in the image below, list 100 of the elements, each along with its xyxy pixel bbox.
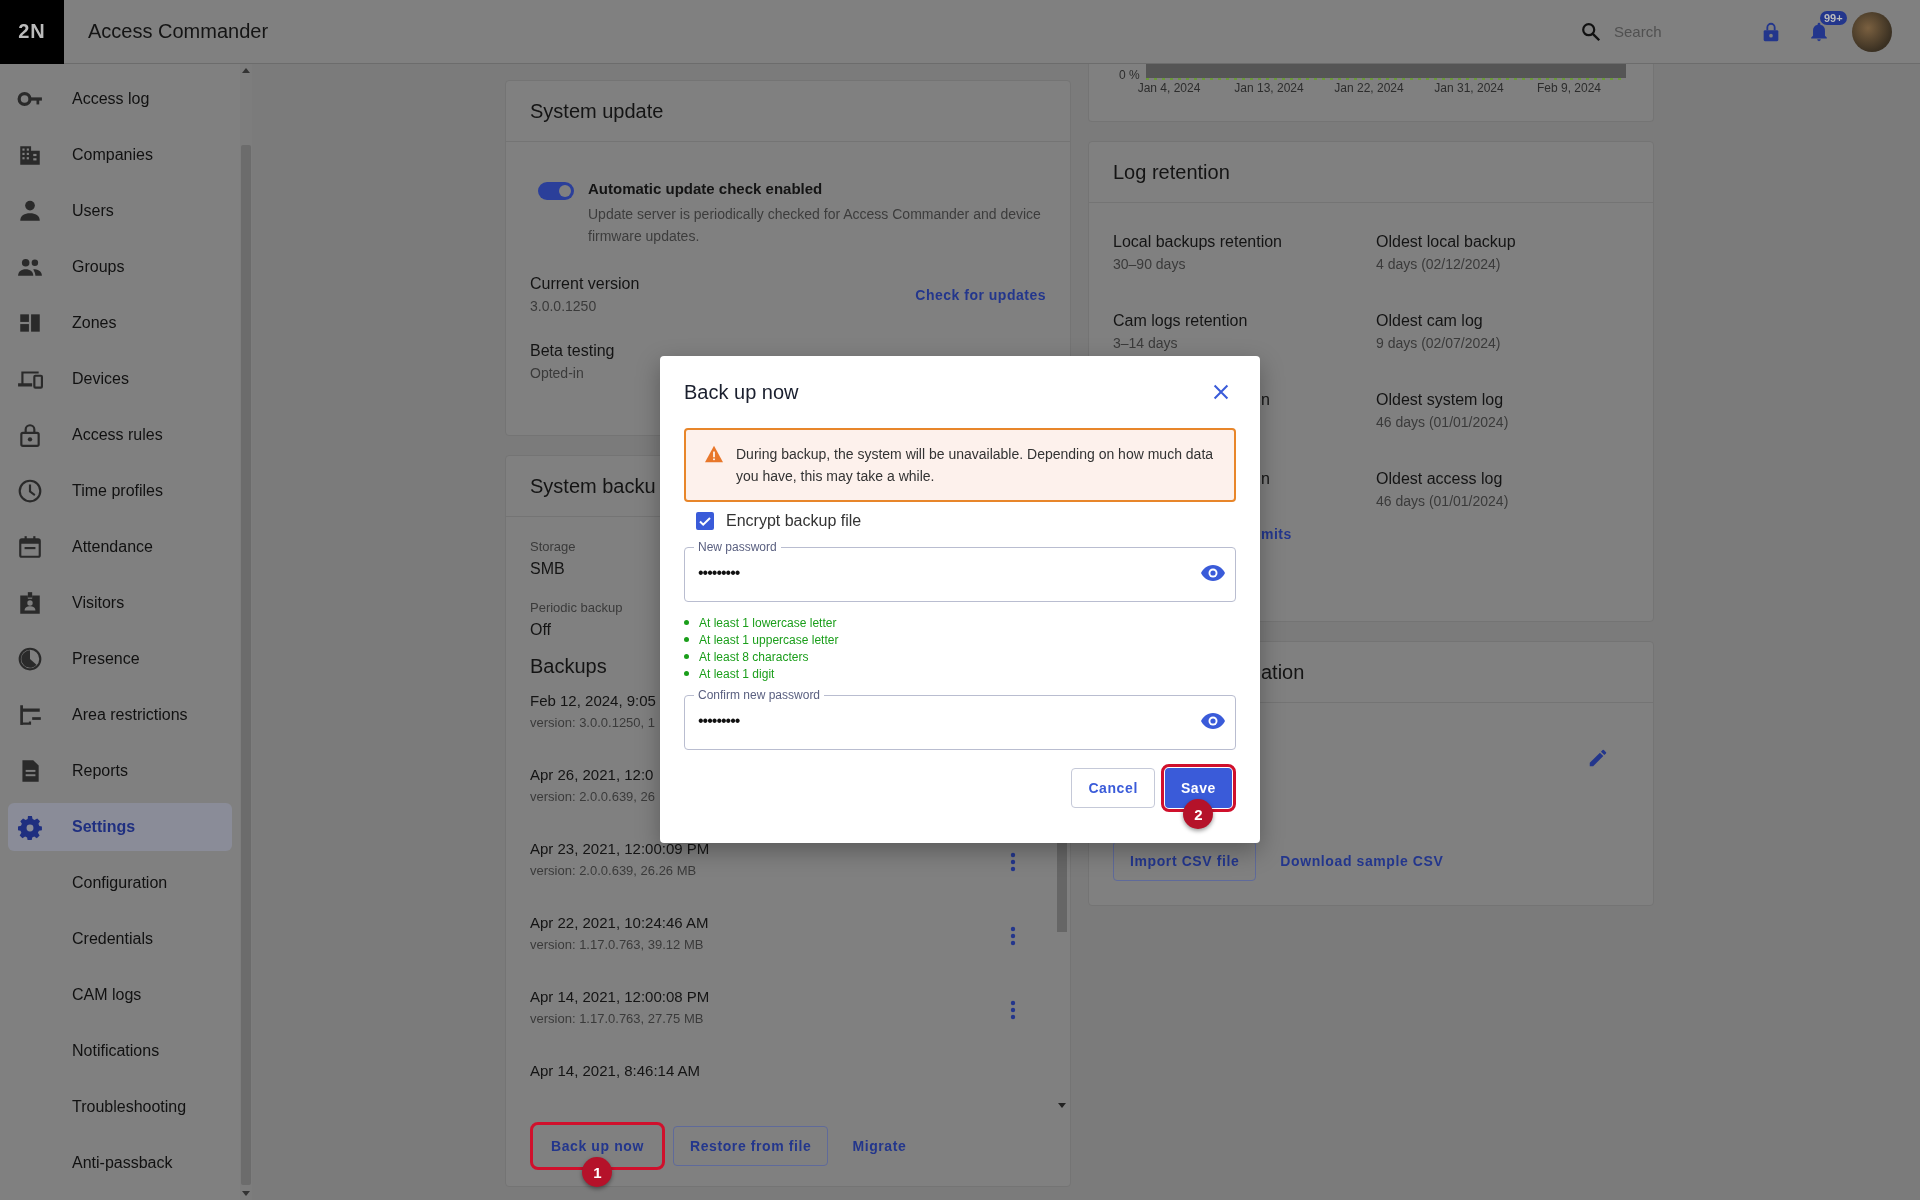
bell-icon[interactable] bbox=[1808, 20, 1830, 43]
dialog-title: Back up now bbox=[684, 380, 799, 404]
password-rule: At least 8 characters bbox=[699, 649, 809, 664]
field-value: Opted-in bbox=[530, 365, 585, 381]
field-label: Current version bbox=[530, 275, 640, 293]
step-badge: 2 bbox=[1183, 799, 1214, 829]
scroll-up-icon[interactable] bbox=[242, 68, 250, 73]
eye-icon[interactable] bbox=[1201, 713, 1225, 729]
checkbox-label: Encrypt backup file bbox=[726, 512, 862, 530]
sidebar-item[interactable]: Devices bbox=[8, 355, 232, 403]
sidebar-subitem[interactable]: CAM logs bbox=[8, 971, 232, 1019]
save-button[interactable]: Save bbox=[1164, 768, 1232, 808]
sidebar-item[interactable]: Attendance bbox=[8, 523, 232, 571]
warning-icon bbox=[704, 445, 724, 463]
backup-date: Apr 26, 2021, 12:0 bbox=[530, 766, 655, 783]
backup-info: version: 2.0.0.639, 26.26 MB bbox=[530, 863, 698, 878]
toggle-switch[interactable] bbox=[538, 182, 574, 200]
field-label: Confirm new password bbox=[697, 688, 822, 702]
sidebar-item[interactable]: Zones bbox=[8, 299, 232, 347]
text-button[interactable]: Download sample CSV bbox=[1264, 841, 1460, 881]
field-label: Local backups retention bbox=[1113, 233, 1282, 251]
backup-info: version: 2.0.0.639, 26 bbox=[530, 789, 656, 804]
badge-icon bbox=[17, 590, 43, 616]
field-label: n bbox=[1261, 391, 1270, 409]
sidebar-item[interactable]: Users bbox=[8, 187, 232, 235]
warning-text: During backup, the system will be unavailable. Depending on how much data you have, this may take a while. bbox=[736, 445, 1215, 486]
axis-label: Feb 9, 2024 bbox=[1535, 81, 1603, 95]
backup-date: Apr 14, 2021, 8:46:14 AM bbox=[530, 1062, 701, 1079]
sidebar-item[interactable]: Access rules bbox=[8, 411, 232, 459]
field-value: SMB bbox=[530, 560, 565, 578]
logo[interactable]: 2N bbox=[0, 0, 64, 64]
field-value: ••••••••• bbox=[698, 712, 740, 730]
card-title: ation bbox=[1261, 660, 1305, 684]
sidebar-subitem[interactable]: Credentials bbox=[8, 915, 232, 963]
sidebar-item[interactable]: Reports bbox=[8, 747, 232, 795]
backup-date: Feb 12, 2024, 9:05 bbox=[530, 692, 656, 709]
password-rule: At least 1 digit bbox=[699, 666, 775, 681]
field-label: New password bbox=[697, 540, 778, 554]
field-label: Oldest cam log bbox=[1376, 312, 1483, 330]
app-title: Access Commander bbox=[88, 20, 269, 43]
more-icon[interactable] bbox=[1010, 1000, 1016, 1020]
scroll-down-icon[interactable] bbox=[242, 1191, 250, 1196]
scroll-down-icon[interactable] bbox=[1058, 1103, 1066, 1108]
field-label: Periodic backup bbox=[530, 600, 623, 615]
axis-label: 0 % bbox=[1119, 69, 1140, 81]
axis-label: Jan 22, 2024 bbox=[1333, 81, 1405, 95]
backup-date: Apr 14, 2021, 12:00:08 PM bbox=[530, 988, 710, 1005]
sidebar-subitem[interactable]: Configuration bbox=[8, 859, 232, 907]
card-title: System backu bbox=[530, 474, 656, 498]
card-title: System update bbox=[530, 99, 664, 123]
text-button[interactable]: Migrate bbox=[836, 1126, 923, 1166]
field-value: ••••••••• bbox=[698, 564, 740, 582]
search-icon[interactable] bbox=[1580, 20, 1602, 43]
field-value: Off bbox=[530, 621, 552, 639]
sidebar-subitem[interactable]: Troubleshooting bbox=[8, 1083, 232, 1131]
field-value: 3–14 days bbox=[1113, 335, 1178, 351]
sidebar-item[interactable]: Settings bbox=[8, 803, 232, 851]
password-field[interactable]: New password ••••••••• bbox=[684, 540, 1236, 602]
notification-badge: 99+ bbox=[1820, 10, 1847, 25]
axis-label: Jan 31, 2024 bbox=[1433, 81, 1505, 95]
sidebar-item[interactable]: Visitors bbox=[8, 579, 232, 627]
action-button[interactable]: Restore from file bbox=[672, 1126, 829, 1166]
more-icon[interactable] bbox=[1010, 852, 1016, 872]
eye-icon[interactable] bbox=[1201, 565, 1225, 581]
sidebar-item[interactable]: Groups bbox=[8, 243, 232, 291]
sidebar-subitem[interactable]: Anti-passback bbox=[8, 1139, 232, 1187]
gear-icon bbox=[17, 814, 43, 840]
more-icon[interactable] bbox=[1010, 926, 1016, 946]
barrier-icon bbox=[17, 702, 43, 728]
sidebar-item[interactable]: Time profiles bbox=[8, 467, 232, 515]
checkbox[interactable] bbox=[696, 512, 714, 530]
calendar-icon bbox=[17, 534, 43, 560]
axis-label: Jan 4, 2024 bbox=[1136, 81, 1202, 95]
cancel-button[interactable]: Cancel bbox=[1071, 768, 1155, 808]
sidebar-item[interactable]: Presence bbox=[8, 635, 232, 683]
sidebar-item[interactable]: Access log bbox=[8, 75, 232, 123]
password-rule: At least 1 lowercase letter bbox=[699, 615, 837, 630]
password-rule: At least 1 uppercase letter bbox=[699, 632, 839, 647]
check-updates-link[interactable]: Check for updates bbox=[915, 286, 1046, 303]
section-title: Backups bbox=[530, 655, 607, 678]
field-value: 3.0.0.1250 bbox=[530, 298, 598, 314]
field-label: Oldest system log bbox=[1376, 391, 1504, 409]
password-field[interactable]: Confirm new password ••••••••• bbox=[684, 688, 1236, 750]
pie-icon bbox=[17, 646, 43, 672]
backup-date: Apr 23, 2021, 12:00:09 PM bbox=[530, 840, 710, 857]
field-label: Cam logs retention bbox=[1113, 312, 1248, 330]
person-icon bbox=[17, 198, 43, 224]
sidebar-item[interactable]: Area restrictions bbox=[8, 691, 232, 739]
sidebar-subitem[interactable]: Notifications bbox=[8, 1027, 232, 1075]
field-value: 30–90 days bbox=[1113, 256, 1186, 272]
limits-link[interactable]: mits bbox=[1261, 526, 1292, 542]
field-label: Oldest access log bbox=[1376, 470, 1503, 488]
edit-icon[interactable] bbox=[1587, 747, 1609, 769]
field-label: Beta testing bbox=[530, 342, 616, 360]
backup-date: Apr 22, 2021, 10:24:46 AM bbox=[530, 914, 709, 931]
avatar[interactable] bbox=[1852, 11, 1892, 52]
card-title: Log retention bbox=[1113, 160, 1230, 184]
field-label: Oldest local backup bbox=[1376, 233, 1516, 251]
sidebar-item[interactable]: Companies bbox=[8, 131, 232, 179]
clock-icon bbox=[17, 478, 43, 504]
